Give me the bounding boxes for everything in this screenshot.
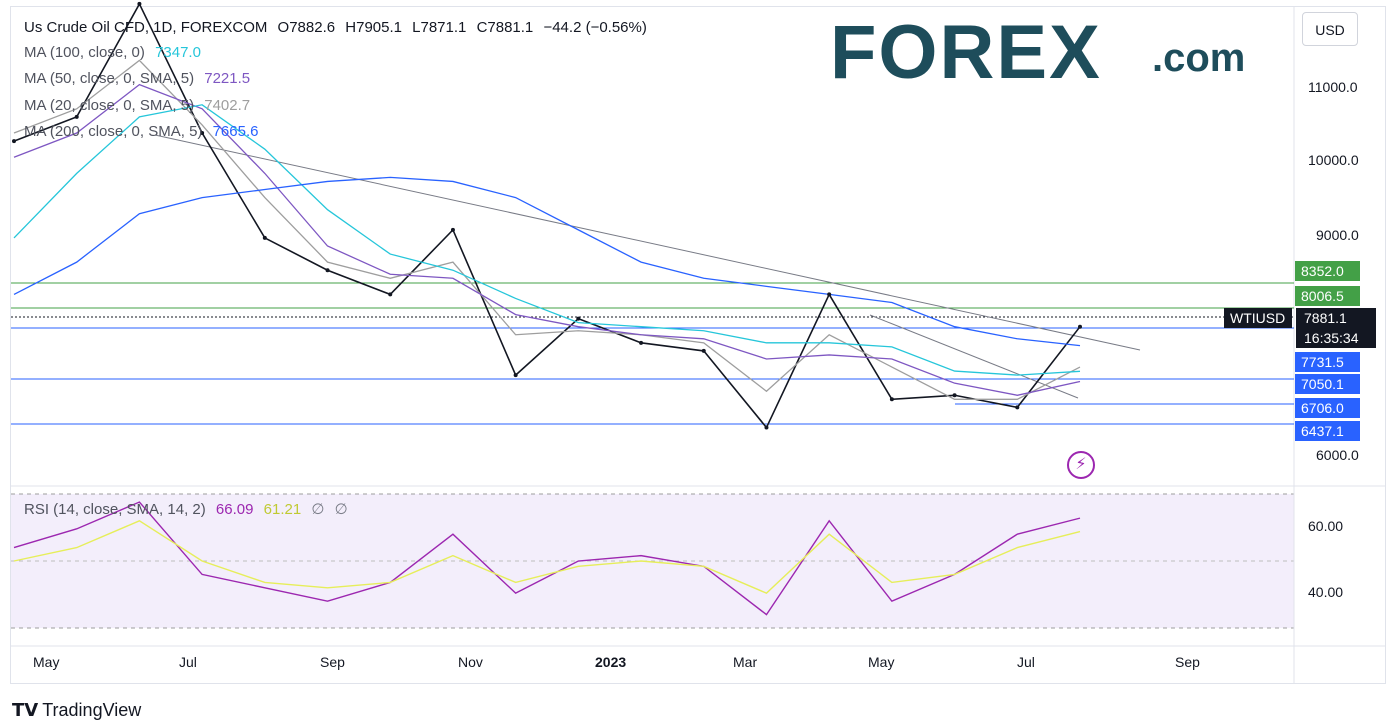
time-axis-label: Nov xyxy=(458,654,483,670)
time-axis-label: Sep xyxy=(320,654,345,670)
countdown-tag: 16:35:34 xyxy=(1296,328,1376,348)
price-point xyxy=(74,114,79,119)
time-axis-label: Jul xyxy=(1017,654,1035,670)
indicator-value: 7665.6 xyxy=(212,123,259,140)
indicator-ma50[interactable]: MA (50, close, 0, SMA, 5) 7221.5 xyxy=(24,70,256,88)
price-point xyxy=(388,292,393,297)
price-point xyxy=(1078,324,1082,329)
ohlc-low: L7871.1 xyxy=(412,19,467,36)
price-point xyxy=(639,340,644,345)
level-tag: 8006.5 xyxy=(1295,286,1360,306)
last-price-tag: 7881.1 xyxy=(1296,308,1376,328)
level-tag: 7731.5 xyxy=(1295,352,1360,372)
indicator-value: 7347.0 xyxy=(155,44,201,61)
ticker-tag: WTIUSD xyxy=(1224,308,1292,328)
time-axis-label: May xyxy=(868,654,895,670)
tradingview-logo[interactable]: 𝗧𝗩 TradingView xyxy=(12,700,141,721)
rsi-axis-label: 60.00 xyxy=(1308,518,1344,534)
ohlc-change: −44.2 (−0.56%) xyxy=(543,19,647,36)
indicator-value: 7221.5 xyxy=(204,70,251,87)
symbol-title: Us Crude Oil CFD, 1D, FOREXCOM xyxy=(24,19,268,36)
indicator-ma20[interactable]: MA (20, close, 0, SMA, 5) 7402.7 xyxy=(24,97,256,115)
rsi-axis-label: 40.00 xyxy=(1308,584,1344,600)
logo-brand: FOREX xyxy=(830,10,1102,95)
indicator-label: MA (20, close, 0, SMA, 5) xyxy=(24,97,195,114)
trendline-lower xyxy=(869,314,1079,399)
currency-button[interactable]: USD xyxy=(1302,12,1358,46)
trendline-upper xyxy=(154,134,1141,351)
time-axis-label: Sep xyxy=(1175,654,1200,670)
indicator-label: MA (200, close, 0, SMA, 5) xyxy=(24,123,203,140)
indicator-value: 7402.7 xyxy=(204,97,251,114)
level-tag: 7050.1 xyxy=(1295,374,1360,394)
forex-logo: FOREX .com xyxy=(830,14,1270,92)
rsi-sma-value: 61.21 xyxy=(263,501,302,518)
level-tag: 6437.1 xyxy=(1295,421,1360,441)
price-axis-label: 10000.0 xyxy=(1308,152,1359,168)
price-point xyxy=(576,316,581,321)
price-axis-label: 11000.0 xyxy=(1308,79,1358,95)
rsi-label: RSI (14, close, SMA, 14, 2) xyxy=(24,501,206,518)
time-axis-label: May xyxy=(33,654,60,670)
price-point xyxy=(1015,405,1020,410)
price-point xyxy=(513,373,518,378)
price-axis-label: 9000.0 xyxy=(1316,227,1359,243)
level-tag: 6706.0 xyxy=(1295,398,1360,418)
indicator-ma100[interactable]: MA (100, close, 0) 7347.0 xyxy=(24,44,207,62)
level-tag: 8352.0 xyxy=(1295,261,1360,281)
price-point xyxy=(889,397,894,402)
rsi-extra-2: ∅ xyxy=(334,501,348,518)
price-axis-label: 6000.0 xyxy=(1316,447,1359,463)
ohlc-high: H7905.1 xyxy=(345,19,402,36)
price-point xyxy=(12,139,16,144)
price-point xyxy=(952,393,957,398)
rsi-legend[interactable]: RSI (14, close, SMA, 14, 2) 66.09 61.21 … xyxy=(24,500,348,518)
logo-suffix: .com xyxy=(1152,36,1246,80)
price-point xyxy=(764,425,769,430)
tradingview-icon: 𝗧𝗩 xyxy=(12,700,39,720)
time-axis-label: 2023 xyxy=(595,654,627,670)
price-point xyxy=(137,1,142,6)
price-point xyxy=(827,292,832,297)
rsi-value: 66.09 xyxy=(215,501,254,518)
indicator-label: MA (100, close, 0) xyxy=(24,44,145,61)
tradingview-label: TradingView xyxy=(42,700,142,720)
indicator-ma200[interactable]: MA (200, close, 0, SMA, 5) 7665.6 xyxy=(24,123,264,141)
price-point xyxy=(701,348,706,353)
indicator-label: MA (50, close, 0, SMA, 5) xyxy=(24,70,195,87)
price-point xyxy=(325,268,330,273)
time-axis-label: Jul xyxy=(179,654,197,670)
time-axis-label: Mar xyxy=(733,654,758,670)
ohlc-close: C7881.1 xyxy=(476,19,534,36)
header-legend: Us Crude Oil CFD, 1D, FOREXCOM O7882.6 H… xyxy=(24,19,653,37)
lightning-icon[interactable]: ⚡ xyxy=(1067,451,1095,479)
rsi-extra-1: ∅ xyxy=(311,501,325,518)
price-point xyxy=(450,227,455,232)
ohlc-open: O7882.6 xyxy=(277,19,336,36)
price-point xyxy=(262,235,267,240)
